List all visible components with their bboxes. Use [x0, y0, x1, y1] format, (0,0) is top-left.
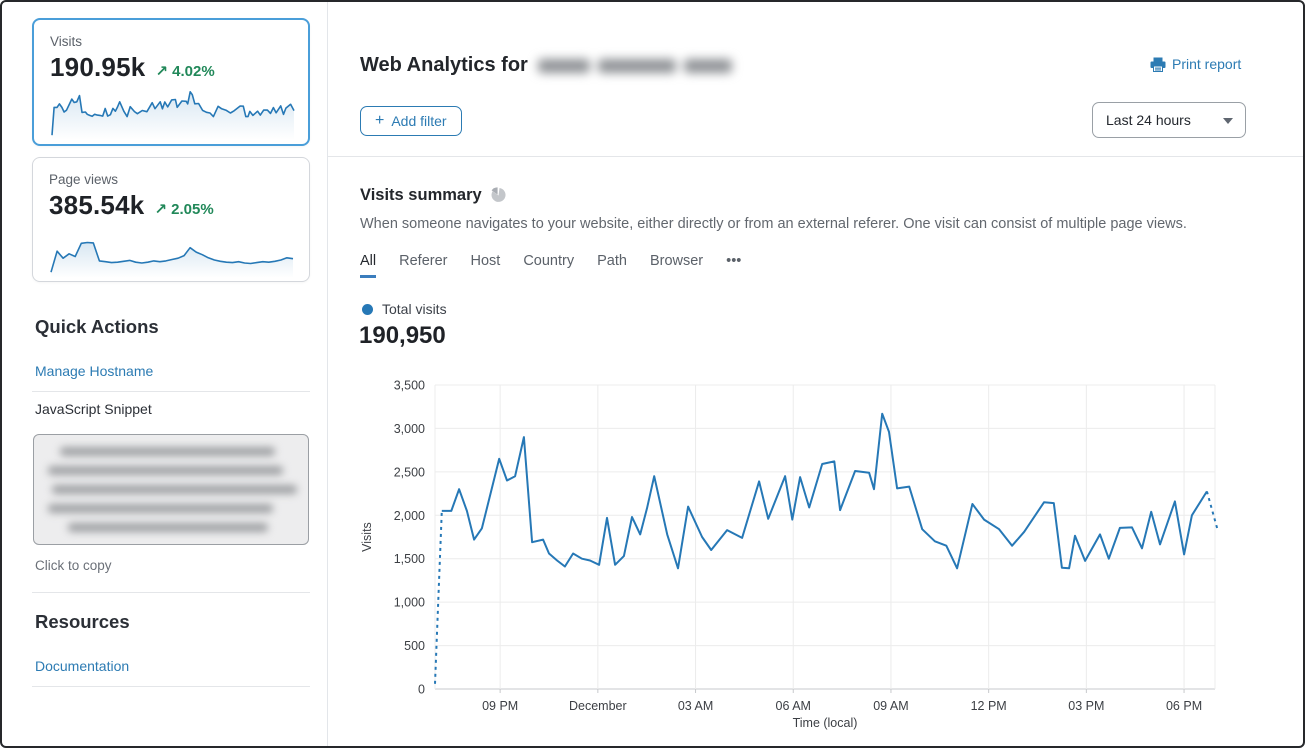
pageviews-card-value: 385.54k — [49, 190, 144, 221]
svg-text:0: 0 — [418, 683, 425, 697]
svg-text:Time (local): Time (local) — [793, 716, 858, 730]
add-filter-label: Add filter — [391, 113, 446, 129]
js-snippet-code-box[interactable] — [33, 434, 309, 545]
redacted-domain-blur — [538, 59, 732, 73]
print-report-button[interactable]: Print report — [1150, 56, 1241, 72]
tab-referer[interactable]: Referer — [399, 253, 447, 278]
svg-text:3,000: 3,000 — [394, 422, 425, 436]
chevron-down-icon — [1223, 118, 1233, 124]
svg-text:06 PM: 06 PM — [1166, 699, 1202, 713]
time-range-select[interactable]: Last 24 hours — [1092, 102, 1246, 138]
redacted-code-line — [68, 523, 268, 532]
visits-card-value: 190.95k — [50, 52, 145, 83]
page-title: Web Analytics for — [360, 54, 732, 77]
redacted-code-line — [52, 485, 297, 494]
sidebar-divider — [32, 686, 310, 687]
svg-text:2,500: 2,500 — [394, 465, 425, 479]
legend-label: Total visits — [382, 301, 447, 317]
visits-summary-heading: Visits summary — [360, 186, 507, 205]
tab-path[interactable]: Path — [597, 253, 627, 278]
visits-sparkline-chart — [50, 87, 296, 141]
svg-text:Visits: Visits — [360, 522, 374, 552]
pageviews-card-label: Page views — [49, 172, 293, 187]
svg-text:500: 500 — [404, 639, 425, 653]
redacted-code-line — [48, 466, 283, 475]
up-right-arrow-icon: ↗ — [155, 63, 168, 80]
svg-text:December: December — [569, 699, 627, 713]
visits-card-label: Visits — [50, 34, 292, 49]
sidebar-divider — [32, 592, 310, 593]
sidebar-main-divider — [327, 2, 328, 746]
tab-country[interactable]: Country — [523, 253, 574, 278]
svg-text:09 AM: 09 AM — [873, 699, 908, 713]
svg-text:3,500: 3,500 — [394, 379, 425, 393]
summary-tabs: All Referer Host Country Path Browser ••• — [360, 253, 741, 278]
sidebar-divider — [32, 391, 310, 392]
visits-summary-description: When someone navigates to your website, … — [360, 216, 1240, 232]
tab-browser[interactable]: Browser — [650, 253, 703, 278]
svg-text:03 PM: 03 PM — [1068, 699, 1104, 713]
visits-stat-card[interactable]: Visits 190.95k ↗ 4.02% — [32, 18, 310, 146]
svg-text:1,500: 1,500 — [394, 552, 425, 566]
tab-host[interactable]: Host — [470, 253, 500, 278]
total-visits-value: 190,950 — [359, 322, 446, 350]
printer-icon — [1150, 57, 1166, 72]
add-filter-button[interactable]: + Add filter — [360, 106, 462, 136]
visits-line-chart[interactable]: 0 500 1,000 1,500 2,000 2,500 3,000 3,500 09 PM D… — [347, 372, 1227, 737]
pageviews-stat-card[interactable]: Page views 385.54k ↗ 2.05% — [32, 157, 310, 282]
pie-chart-icon — [490, 187, 507, 204]
svg-text:1,000: 1,000 — [394, 596, 425, 610]
up-right-arrow-icon: ↗ — [154, 201, 167, 218]
pageviews-trend: ↗ 2.05% — [154, 200, 213, 218]
svg-text:12 PM: 12 PM — [971, 699, 1007, 713]
print-report-label: Print report — [1172, 56, 1241, 72]
redacted-code-line — [48, 504, 273, 513]
manage-hostname-link[interactable]: Manage Hostname — [35, 363, 153, 379]
header-divider — [328, 156, 1303, 157]
click-to-copy-hint: Click to copy — [35, 558, 112, 573]
pageviews-sparkline-chart — [49, 225, 295, 279]
web-analytics-page: Visits 190.95k ↗ 4.02% Page views 385.54… — [0, 0, 1305, 748]
svg-text:06 AM: 06 AM — [776, 699, 811, 713]
visits-trend: ↗ 4.02% — [155, 62, 214, 80]
chart-legend: Total visits — [362, 301, 447, 317]
resources-heading: Resources — [35, 611, 130, 633]
legend-dot-icon — [362, 304, 373, 315]
time-range-value: Last 24 hours — [1106, 112, 1191, 128]
quick-actions-heading: Quick Actions — [35, 316, 159, 338]
documentation-link[interactable]: Documentation — [35, 658, 129, 674]
redacted-code-line — [60, 447, 275, 456]
svg-text:2,000: 2,000 — [394, 509, 425, 523]
svg-text:03 AM: 03 AM — [678, 699, 713, 713]
plus-icon: + — [375, 113, 384, 129]
tab-all[interactable]: All — [360, 253, 376, 278]
tab-more[interactable]: ••• — [726, 253, 741, 278]
svg-text:09 PM: 09 PM — [482, 699, 518, 713]
js-snippet-label: JavaScript Snippet — [35, 401, 152, 417]
